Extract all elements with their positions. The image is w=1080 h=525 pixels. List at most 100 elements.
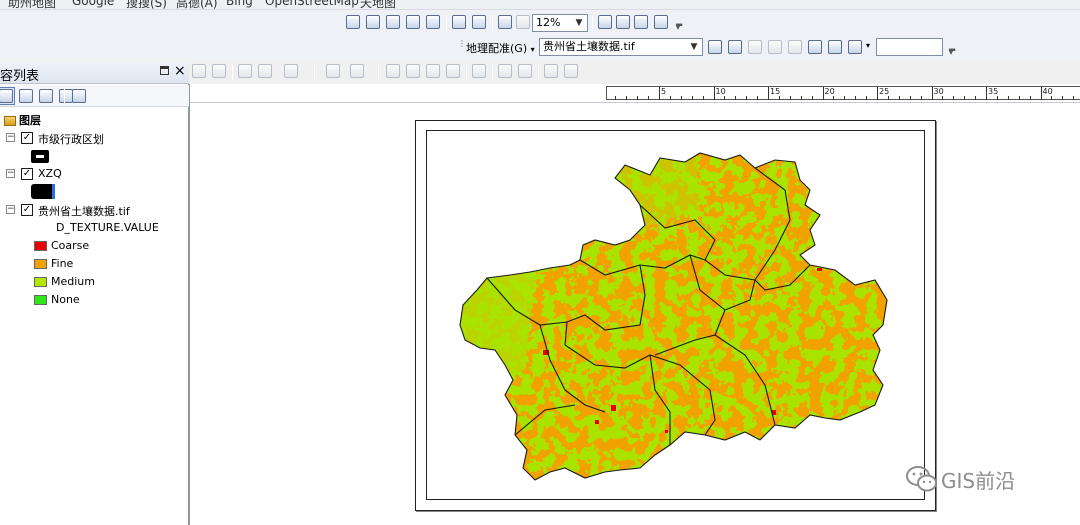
pages-icon bbox=[654, 15, 668, 29]
toolbar-handle-icon[interactable]: ⋮ bbox=[458, 40, 466, 53]
options-icon bbox=[72, 89, 86, 103]
ruler-minor-tick bbox=[789, 96, 791, 100]
viewer-button[interactable] bbox=[806, 38, 824, 56]
tool-button-14[interactable] bbox=[516, 62, 534, 80]
georeferencing-toolbar: ⋮ 地理配准(G) ▾ 贵州省土壤数据.tif ▼ ▾ ▂ ▾ bbox=[0, 36, 1080, 60]
zoom-page-icon bbox=[472, 15, 486, 29]
ruler-scale: 51015202530354045 bbox=[606, 86, 1080, 100]
change-layout-button[interactable] bbox=[632, 13, 650, 31]
tool-icon bbox=[498, 64, 512, 78]
layer-name-city-admin[interactable]: 市级行政区划 bbox=[38, 131, 104, 147]
toggle-draft-mode-button[interactable] bbox=[596, 13, 614, 31]
forward-arrow-icon bbox=[516, 15, 530, 29]
ruler-tick bbox=[877, 87, 878, 100]
ruler-tick-label: 40 bbox=[1042, 87, 1053, 96]
soil-texture-map[interactable] bbox=[455, 150, 891, 485]
separator bbox=[378, 64, 379, 80]
focus-data-frame-button[interactable] bbox=[614, 13, 632, 31]
fixed-zoom-out-button[interactable] bbox=[364, 13, 382, 31]
delete-link-button[interactable] bbox=[786, 38, 804, 56]
zoom-level-select[interactable]: 12% ▼ bbox=[532, 14, 588, 32]
ruler-minor-tick bbox=[1007, 96, 1009, 100]
tool-button-10[interactable] bbox=[424, 62, 442, 80]
pan-button[interactable] bbox=[384, 13, 402, 31]
tool-button-11[interactable] bbox=[444, 62, 462, 80]
tool-button-9[interactable] bbox=[404, 62, 422, 80]
globe-icon bbox=[406, 15, 420, 29]
add-control-points-button[interactable] bbox=[706, 38, 724, 56]
collapse-icon[interactable]: − bbox=[6, 205, 15, 214]
zoom-whole-page-button[interactable] bbox=[424, 13, 442, 31]
layer-name-xzq[interactable]: XZQ bbox=[38, 167, 62, 180]
ruler-minor-tick bbox=[909, 96, 911, 100]
go-forward-button[interactable] bbox=[514, 13, 532, 31]
tool-button-16[interactable] bbox=[562, 62, 580, 80]
layer-name-soil[interactable]: 贵州省土壤数据.tif bbox=[38, 203, 130, 219]
menu-soso[interactable]: 搜搜(S) bbox=[126, 0, 167, 9]
ruler-tick bbox=[713, 87, 715, 100]
tool-button-1[interactable] bbox=[190, 62, 208, 80]
menu-google[interactable]: Google bbox=[72, 0, 114, 8]
zoom-100-button[interactable] bbox=[450, 13, 468, 31]
options-button[interactable] bbox=[70, 87, 88, 105]
collapse-icon[interactable]: − bbox=[6, 169, 15, 178]
back-arrow-icon bbox=[498, 15, 512, 29]
georef-menu[interactable]: 地理配准(G) ▾ bbox=[466, 40, 535, 56]
tool-button-15[interactable] bbox=[542, 62, 560, 80]
fixed-zoom-in-button[interactable] bbox=[344, 13, 362, 31]
list-by-source-button[interactable] bbox=[17, 87, 35, 105]
go-back-button[interactable] bbox=[496, 13, 514, 31]
list-by-visibility-button[interactable] bbox=[37, 87, 55, 105]
ruler-tick-label: 5 bbox=[661, 87, 667, 96]
ruler-minor-tick bbox=[615, 96, 617, 100]
menu-gaode[interactable]: 高德(A) bbox=[176, 0, 218, 9]
collapse-icon[interactable]: − bbox=[6, 133, 15, 142]
tool-button-3[interactable] bbox=[236, 62, 254, 80]
drawing-order-icon bbox=[0, 89, 13, 103]
select-link-button[interactable] bbox=[746, 38, 764, 56]
menu-tianditu[interactable]: 天地图 bbox=[360, 0, 396, 9]
georef-layer-select[interactable]: 贵州省土壤数据.tif ▼ bbox=[539, 38, 703, 56]
rotate-button[interactable] bbox=[846, 38, 864, 56]
tool-button-2[interactable] bbox=[210, 62, 228, 80]
menu-bing[interactable]: Bing bbox=[226, 0, 253, 8]
data-driven-pages-button[interactable] bbox=[652, 13, 670, 31]
ruler-tick bbox=[659, 87, 660, 100]
full-extent-button[interactable] bbox=[404, 13, 422, 31]
close-icon[interactable]: × bbox=[174, 63, 186, 79]
legend-swatch-none bbox=[34, 295, 47, 305]
ruler-minor-tick bbox=[724, 96, 726, 100]
layer-visibility-checkbox[interactable]: ✓ bbox=[21, 168, 33, 180]
fixed-zoom-page-button[interactable] bbox=[470, 13, 488, 31]
legend-swatch-fine bbox=[34, 259, 47, 269]
toolbar-overflow-icon[interactable]: ▂ ▾ bbox=[949, 43, 955, 57]
layer-visibility-checkbox[interactable]: ✓ bbox=[21, 132, 33, 144]
tool-button-7[interactable] bbox=[348, 62, 366, 80]
list-by-drawing-order-button[interactable] bbox=[0, 87, 15, 105]
toolbar-overflow-icon[interactable]: ▂ ▾ bbox=[676, 18, 682, 32]
ruler-minor-tick bbox=[898, 96, 900, 100]
separator bbox=[446, 15, 447, 31]
tool-button-5[interactable] bbox=[282, 62, 300, 80]
ruler-tick-label: 20 bbox=[824, 87, 835, 96]
chevron-down-icon[interactable]: ▾ bbox=[866, 41, 870, 50]
ruler-minor-tick bbox=[953, 96, 955, 100]
tool-button-12[interactable] bbox=[470, 62, 488, 80]
tool-button-8[interactable] bbox=[384, 62, 402, 80]
separator bbox=[466, 64, 467, 80]
menu-tianditu-top-left[interactable]: 助州地图 bbox=[8, 0, 56, 9]
tool-button-6[interactable] bbox=[324, 62, 342, 80]
legend-swatch-coarse bbox=[34, 241, 47, 251]
menu-osm[interactable]: OpenStreetMap bbox=[265, 0, 359, 8]
ruler-minor-tick bbox=[920, 96, 922, 100]
rotation-input[interactable] bbox=[876, 38, 943, 56]
tool-button-13[interactable] bbox=[496, 62, 514, 80]
ruler-minor-tick bbox=[637, 96, 639, 100]
link-table-button[interactable] bbox=[826, 38, 844, 56]
layers-root[interactable]: 图层 bbox=[4, 112, 41, 128]
zoom-to-selected-link-button[interactable] bbox=[766, 38, 784, 56]
pin-icon[interactable] bbox=[160, 66, 169, 75]
tool-button-4[interactable] bbox=[256, 62, 274, 80]
layer-visibility-checkbox[interactable]: ✓ bbox=[21, 204, 33, 216]
auto-registration-button[interactable] bbox=[726, 38, 744, 56]
